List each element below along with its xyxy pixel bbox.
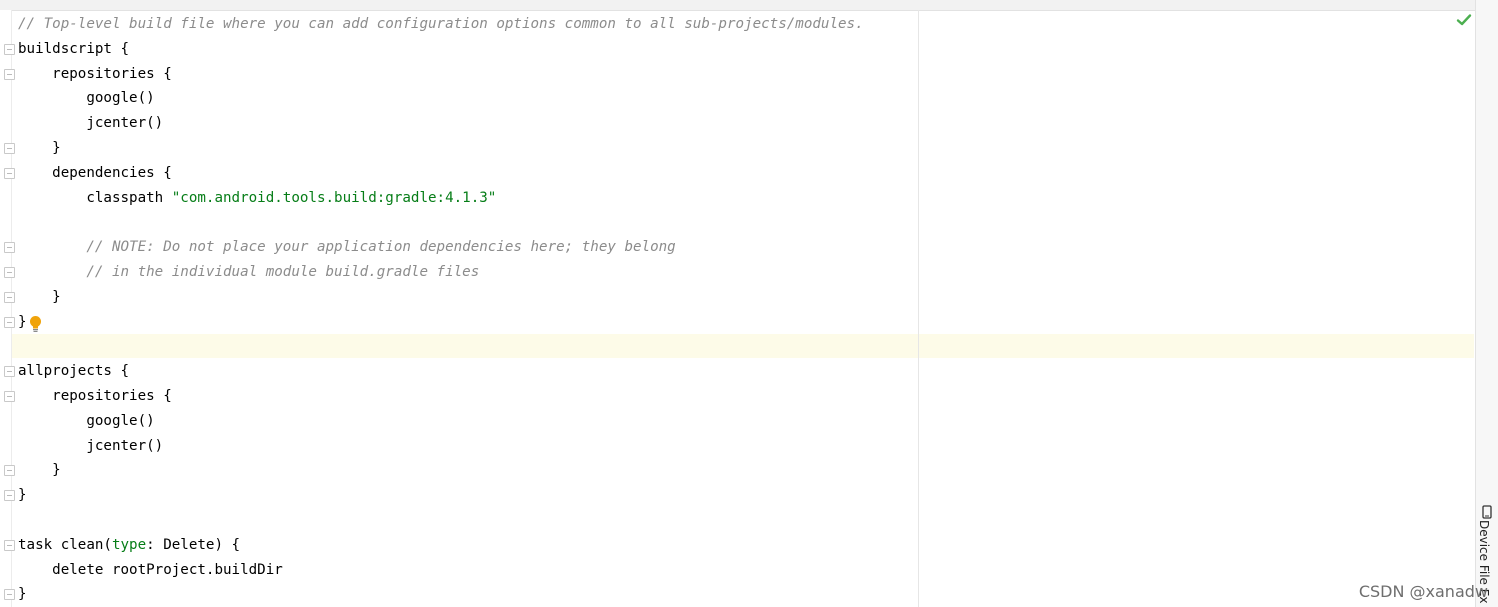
- fold-marker-icon[interactable]: [4, 589, 15, 600]
- code-line[interactable]: classpath "com.android.tools.build:gradl…: [18, 186, 864, 211]
- code-token: // NOTE: Do not place your application d…: [18, 239, 676, 256]
- code-line[interactable]: ​: [18, 210, 864, 235]
- code-token: }: [18, 462, 61, 479]
- code-line[interactable]: buildscript {: [18, 37, 864, 62]
- code-line[interactable]: }: [18, 458, 864, 483]
- code-token: {: [120, 40, 130, 57]
- fold-marker-icon[interactable]: [4, 44, 15, 55]
- code-line[interactable]: }: [18, 136, 864, 161]
- code-token: {: [120, 363, 130, 380]
- code-token: // Top-level build file where you can ad…: [18, 16, 864, 32]
- code-line[interactable]: }: [18, 310, 864, 335]
- code-token: {: [163, 65, 172, 82]
- code-token: }: [18, 487, 27, 504]
- code-token: {: [163, 387, 172, 404]
- editor-gutter[interactable]: [0, 10, 12, 607]
- code-line[interactable]: ​: [18, 334, 864, 359]
- watermark: CSDN @xanadw: [1358, 582, 1488, 601]
- code-line[interactable]: google(): [18, 86, 864, 111]
- code-line[interactable]: // Top-level build file where you can ad…: [18, 12, 864, 37]
- code-token: }: [18, 313, 27, 330]
- code-token: allprojects: [18, 363, 121, 380]
- fold-marker-icon[interactable]: [4, 391, 15, 402]
- code-lines[interactable]: // Top-level build file where you can ad…: [18, 12, 864, 607]
- fold-marker-icon[interactable]: [4, 540, 15, 551]
- device-icon[interactable]: [1479, 505, 1495, 519]
- code-line[interactable]: }: [18, 285, 864, 310]
- code-line[interactable]: repositories {: [18, 62, 864, 87]
- code-line[interactable]: task clean(type: Delete) {: [18, 533, 864, 558]
- check-icon[interactable]: [1456, 12, 1472, 28]
- ide-screen: // Top-level build file where you can ad…: [0, 0, 1498, 607]
- code-line[interactable]: jcenter(): [18, 111, 864, 136]
- code-token: "com.android.tools.build:gradle:4.1.3": [171, 189, 497, 206]
- code-token: }: [18, 288, 61, 305]
- code-line[interactable]: }: [18, 582, 864, 607]
- fold-marker-icon[interactable]: [4, 292, 15, 303]
- code-token: google(): [18, 90, 155, 107]
- code-token: buildscript: [18, 40, 121, 57]
- code-line[interactable]: // NOTE: Do not place your application d…: [18, 235, 864, 260]
- code-token: dependencies: [18, 164, 164, 181]
- code-token: }: [18, 586, 27, 603]
- code-token: classpath: [18, 189, 172, 206]
- fold-marker-icon[interactable]: [4, 168, 15, 179]
- fold-marker-icon[interactable]: [4, 242, 15, 253]
- code-token: // in the individual module build.gradle…: [18, 263, 480, 280]
- code-line[interactable]: jcenter(): [18, 434, 864, 459]
- right-margin-guide: [918, 10, 919, 607]
- fold-marker-icon[interactable]: [4, 366, 15, 377]
- fold-marker-icon[interactable]: [4, 490, 15, 501]
- code-token: type: [111, 536, 147, 553]
- code-line[interactable]: delete rootProject.buildDir: [18, 558, 864, 583]
- code-line[interactable]: // in the individual module build.gradle…: [18, 260, 864, 285]
- fold-marker-icon[interactable]: [4, 465, 15, 476]
- code-token: }: [18, 139, 61, 156]
- code-line[interactable]: dependencies {: [18, 161, 864, 186]
- code-token: google(): [18, 412, 155, 429]
- code-token: {: [163, 164, 172, 181]
- code-line[interactable]: }: [18, 483, 864, 508]
- code-token: repositories: [18, 65, 164, 82]
- code-line[interactable]: repositories {: [18, 384, 864, 409]
- fold-marker-icon[interactable]: [4, 267, 15, 278]
- code-line[interactable]: google(): [18, 409, 864, 434]
- code-token: repositories: [18, 387, 164, 404]
- fold-marker-icon[interactable]: [4, 317, 15, 328]
- fold-marker-icon[interactable]: [4, 69, 15, 80]
- fold-marker-icon[interactable]: [4, 143, 15, 154]
- code-token: jcenter(): [18, 437, 164, 454]
- code-token: delete rootProject.buildDir: [18, 561, 283, 578]
- code-token: : Delete) {: [146, 536, 241, 553]
- code-line[interactable]: allprojects {: [18, 359, 864, 384]
- code-token: task clean(: [18, 536, 112, 553]
- code-line[interactable]: ​: [18, 508, 864, 533]
- code-token: jcenter(): [18, 115, 164, 132]
- lightbulb-icon[interactable]: [29, 315, 42, 333]
